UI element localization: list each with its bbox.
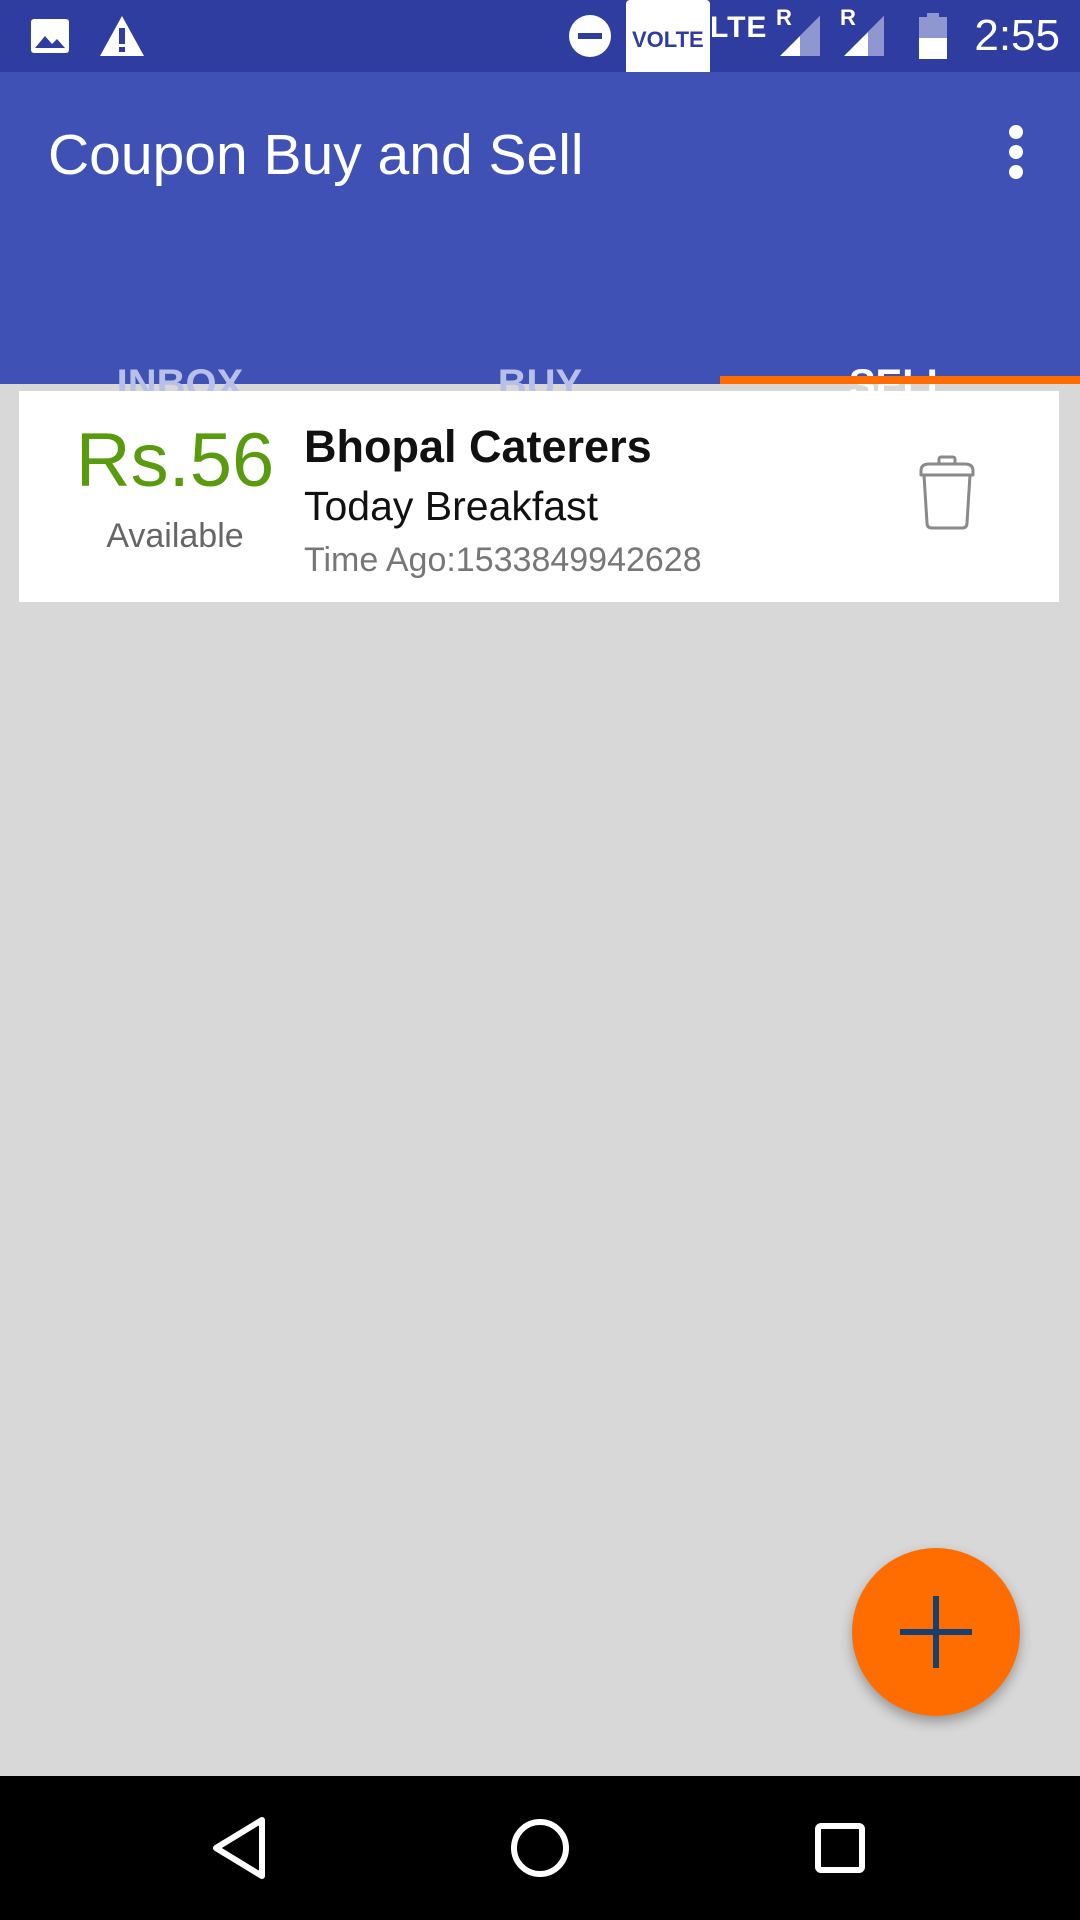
status-bar: VOLTE LTE R R 2:55	[0, 0, 1080, 80]
overflow-menu-icon	[1009, 125, 1023, 179]
tab-sell[interactable]: SELL	[720, 280, 1080, 404]
navigation-bar	[0, 1776, 1080, 1920]
clock: 2:55	[974, 11, 1060, 60]
back-button[interactable]	[204, 1812, 276, 1884]
overflow-menu-button[interactable]	[988, 120, 1044, 184]
tab-buy[interactable]: BUY	[360, 280, 720, 404]
battery-icon	[918, 0, 948, 72]
coupon-card[interactable]: Rs.56 Available Bhopal Caterers Today Br…	[19, 391, 1059, 602]
tab-inbox[interactable]: INBOX	[0, 280, 360, 404]
home-button[interactable]	[504, 1812, 576, 1884]
back-icon	[213, 1817, 265, 1879]
coupon-price: Rs.56	[75, 418, 275, 503]
coupon-time-ago: Time Ago:1533849942628	[304, 541, 702, 579]
warning-icon	[98, 0, 146, 72]
page-title: Coupon Buy and Sell	[48, 123, 584, 187]
coupon-status: Available	[106, 517, 244, 555]
signal-icon	[778, 0, 822, 72]
recents-button[interactable]	[804, 1812, 876, 1884]
tab-indicator	[720, 376, 1080, 384]
recents-icon	[815, 1823, 865, 1873]
signal-icon	[842, 0, 886, 72]
do-not-disturb-icon	[568, 0, 612, 72]
trash-icon	[919, 455, 975, 530]
image-icon	[30, 0, 70, 72]
network-type: LTE	[710, 11, 768, 44]
app-bar: Coupon Buy and Sell INBOX BUY SELL	[0, 72, 1080, 404]
delete-button[interactable]	[917, 455, 977, 531]
coupon-meal: Today Breakfast	[304, 483, 598, 529]
coupon-vendor: Bhopal Caterers	[304, 421, 652, 472]
home-icon	[511, 1819, 569, 1877]
plus-icon	[900, 1596, 972, 1668]
volte-badge: VOLTE	[626, 0, 710, 80]
add-coupon-button[interactable]	[852, 1548, 1020, 1716]
